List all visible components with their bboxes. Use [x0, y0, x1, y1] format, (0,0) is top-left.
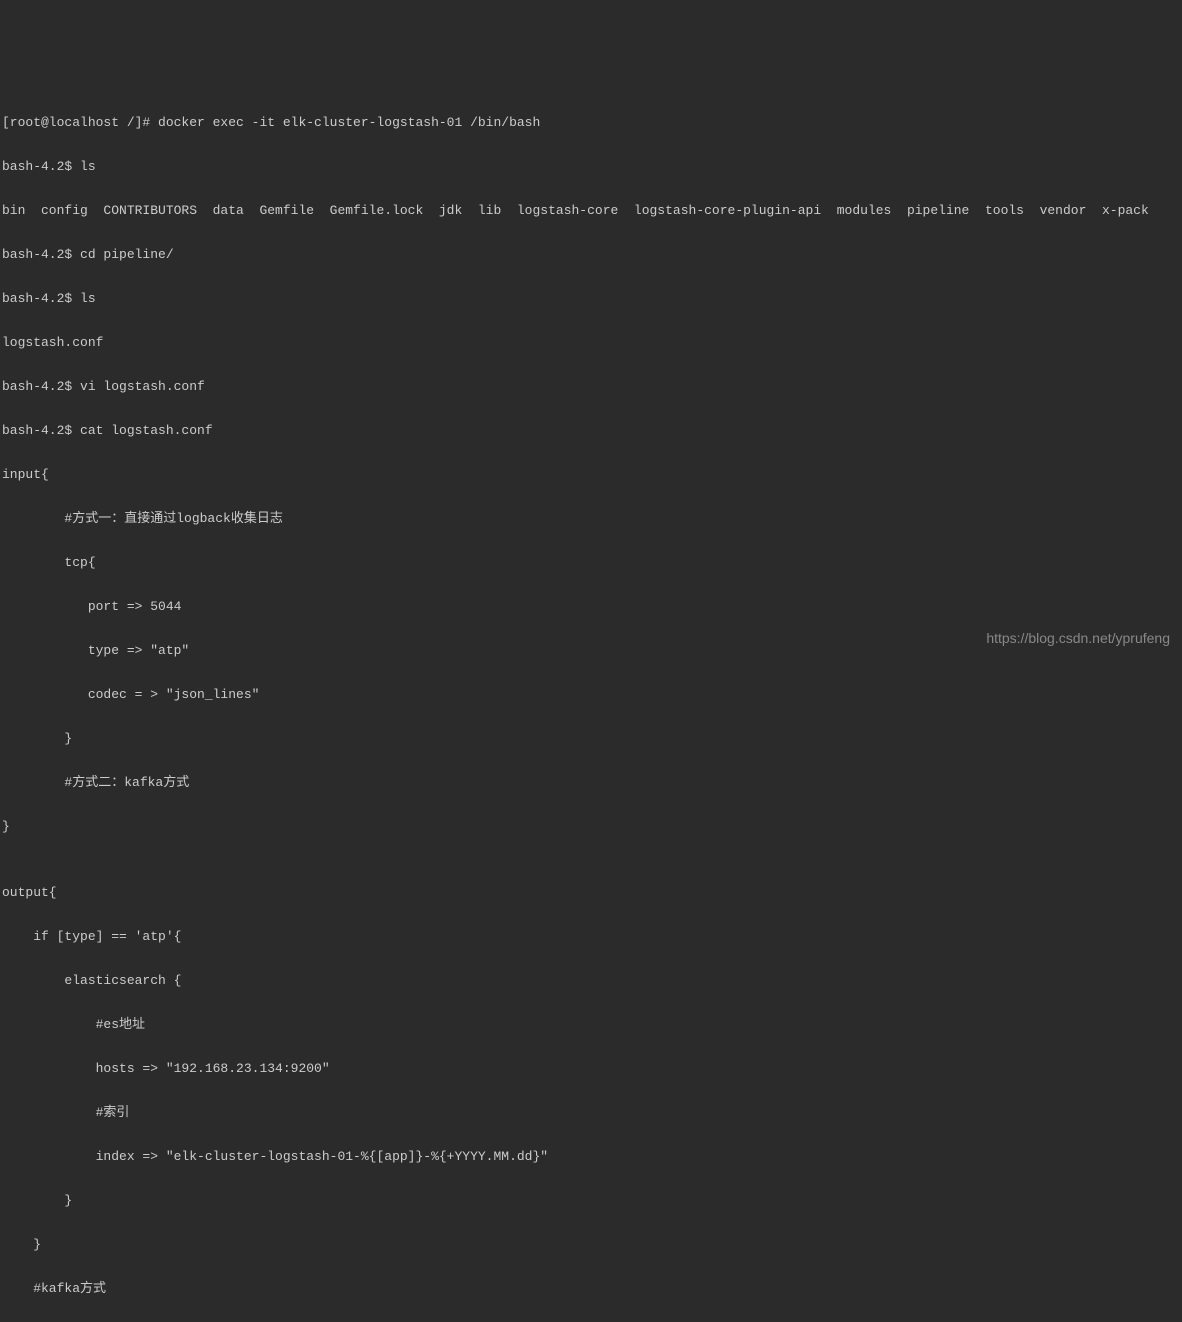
terminal-line: elasticsearch { [2, 970, 1180, 992]
terminal-line: } [2, 1190, 1180, 1212]
terminal-output[interactable]: [root@localhost /]# docker exec -it elk-… [2, 90, 1180, 1322]
watermark-text: https://blog.csdn.net/yprufeng [986, 627, 1170, 649]
terminal-line: tcp{ [2, 552, 1180, 574]
terminal-line: hosts => "192.168.23.134:9200" [2, 1058, 1180, 1080]
terminal-line: #es地址 [2, 1014, 1180, 1036]
terminal-line: bash-4.2$ cat logstash.conf [2, 420, 1180, 442]
terminal-line: } [2, 816, 1180, 838]
terminal-line: [root@localhost /]# docker exec -it elk-… [2, 112, 1180, 134]
terminal-line: index => "elk-cluster-logstash-01-%{[app… [2, 1146, 1180, 1168]
terminal-line: logstash.conf [2, 332, 1180, 354]
terminal-line: codec = > "json_lines" [2, 684, 1180, 706]
terminal-line: bash-4.2$ cd pipeline/ [2, 244, 1180, 266]
terminal-line: input{ [2, 464, 1180, 486]
terminal-line: bash-4.2$ ls [2, 156, 1180, 178]
terminal-line: #方式一：直接通过logback收集日志 [2, 508, 1180, 530]
terminal-line: port => 5044 [2, 596, 1180, 618]
terminal-line: output{ [2, 882, 1180, 904]
terminal-line: } [2, 728, 1180, 750]
terminal-line: } [2, 1234, 1180, 1256]
terminal-line: if [type] == 'atp'{ [2, 926, 1180, 948]
terminal-line: bash-4.2$ ls [2, 288, 1180, 310]
terminal-line: bash-4.2$ vi logstash.conf [2, 376, 1180, 398]
terminal-line: bin config CONTRIBUTORS data Gemfile Gem… [2, 200, 1180, 222]
terminal-line: #方式二：kafka方式 [2, 772, 1180, 794]
terminal-line: #kafka方式 [2, 1278, 1180, 1300]
terminal-line: #索引 [2, 1102, 1180, 1124]
